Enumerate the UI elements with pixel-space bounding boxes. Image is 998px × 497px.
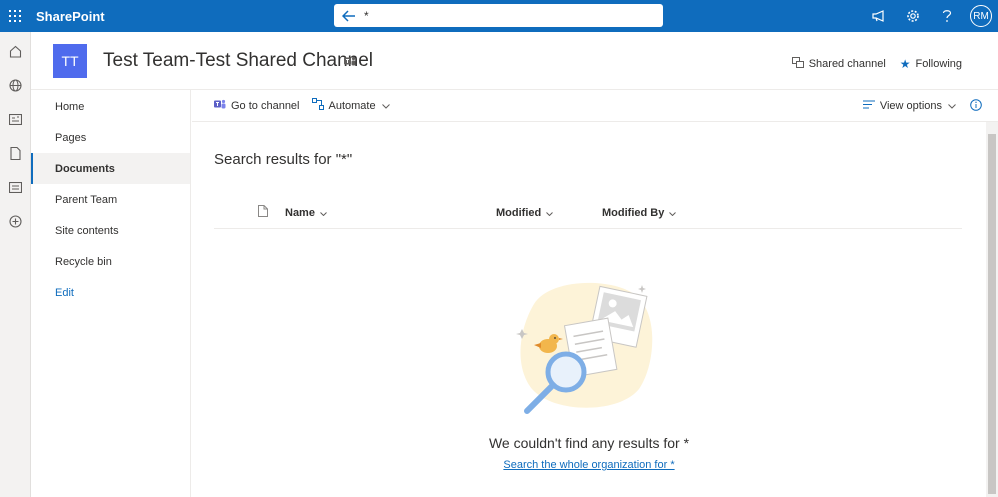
list-header: Name Modified Modified By (214, 201, 962, 229)
teams-icon (214, 99, 226, 113)
search-organization-link[interactable]: Search the whole organization for * (192, 459, 986, 471)
help-icon[interactable] (930, 0, 964, 32)
view-options-label: View options (879, 100, 942, 112)
go-to-channel-label: Go to channel (231, 99, 300, 112)
teams-icon (344, 55, 356, 70)
automate-label: Automate (328, 99, 376, 112)
nav-edit-link[interactable]: Edit (31, 277, 190, 308)
gear-icon[interactable] (896, 0, 930, 32)
avatar[interactable]: RM (970, 5, 992, 27)
automate-button[interactable]: Automate (311, 98, 390, 113)
nav-item-site-contents[interactable]: Site contents (31, 215, 190, 246)
scrollbar[interactable] (986, 122, 998, 497)
list-icon[interactable] (0, 170, 31, 204)
chevron-down-icon (669, 207, 677, 219)
column-modified-by-label: Modified By (602, 207, 665, 219)
app-name[interactable]: SharePoint (36, 9, 105, 24)
command-bar: Go to channel Automate View options (192, 90, 998, 122)
site-title[interactable]: Test Team-Test Shared Channel (103, 50, 373, 72)
column-header-modified[interactable]: Modified (496, 207, 554, 219)
chevron-down-icon (546, 207, 554, 219)
chevron-down-icon (320, 207, 327, 219)
nav-item-documents[interactable]: Documents (31, 153, 190, 184)
automate-icon (311, 98, 324, 113)
back-arrow-icon[interactable] (334, 9, 364, 22)
column-header-name[interactable]: Name (285, 207, 327, 219)
nav-item-home[interactable]: Home (31, 91, 190, 122)
scrollbar-thumb[interactable] (988, 134, 996, 494)
view-options-icon (862, 100, 875, 112)
go-to-channel-button[interactable]: Go to channel (214, 99, 300, 113)
column-name-label: Name (285, 207, 315, 219)
waffle-icon[interactable] (0, 0, 30, 32)
search-input[interactable]: * (364, 9, 369, 23)
home-icon[interactable] (0, 34, 31, 68)
following-label: Following (915, 58, 962, 70)
column-modified-label: Modified (496, 207, 542, 219)
suite-bar: SharePoint * RM (0, 0, 998, 32)
view-options-button[interactable]: View options (862, 100, 956, 112)
following-button[interactable]: ★ Following (900, 57, 962, 71)
main-content: Search results for "*" Name Modified Mod… (192, 122, 986, 497)
nav-item-parent-team[interactable]: Parent Team (31, 184, 190, 215)
info-icon[interactable] (970, 98, 982, 114)
nav-item-pages[interactable]: Pages (31, 122, 190, 153)
shared-channel-label: Shared channel (808, 58, 886, 70)
app-bar (0, 32, 31, 497)
create-icon[interactable] (0, 204, 31, 238)
site-logo[interactable]: TT (53, 44, 87, 78)
empty-state-message: We couldn't find any results for * (488, 435, 690, 451)
file-type-icon[interactable] (258, 205, 268, 217)
search-box[interactable]: * (334, 4, 663, 27)
chevron-down-icon (381, 100, 390, 112)
chevron-down-icon (948, 100, 956, 112)
file-icon[interactable] (0, 136, 31, 170)
globe-icon[interactable] (0, 68, 31, 102)
column-header-modified-by[interactable]: Modified By (602, 207, 677, 219)
star-icon: ★ (899, 57, 911, 71)
shared-channel-icon (791, 57, 804, 71)
search-results-title: Search results for "*" (214, 151, 353, 168)
nav-item-recycle-bin[interactable]: Recycle bin (31, 246, 190, 277)
empty-state-illustration (514, 279, 659, 422)
news-icon[interactable] (0, 102, 31, 136)
left-nav: Home Pages Documents Parent Team Site co… (31, 90, 191, 497)
megaphone-icon[interactable] (862, 0, 896, 32)
shared-channel-indicator[interactable]: Shared channel (791, 57, 886, 71)
site-header: TT Test Team-Test Shared Channel Shared … (31, 32, 998, 90)
